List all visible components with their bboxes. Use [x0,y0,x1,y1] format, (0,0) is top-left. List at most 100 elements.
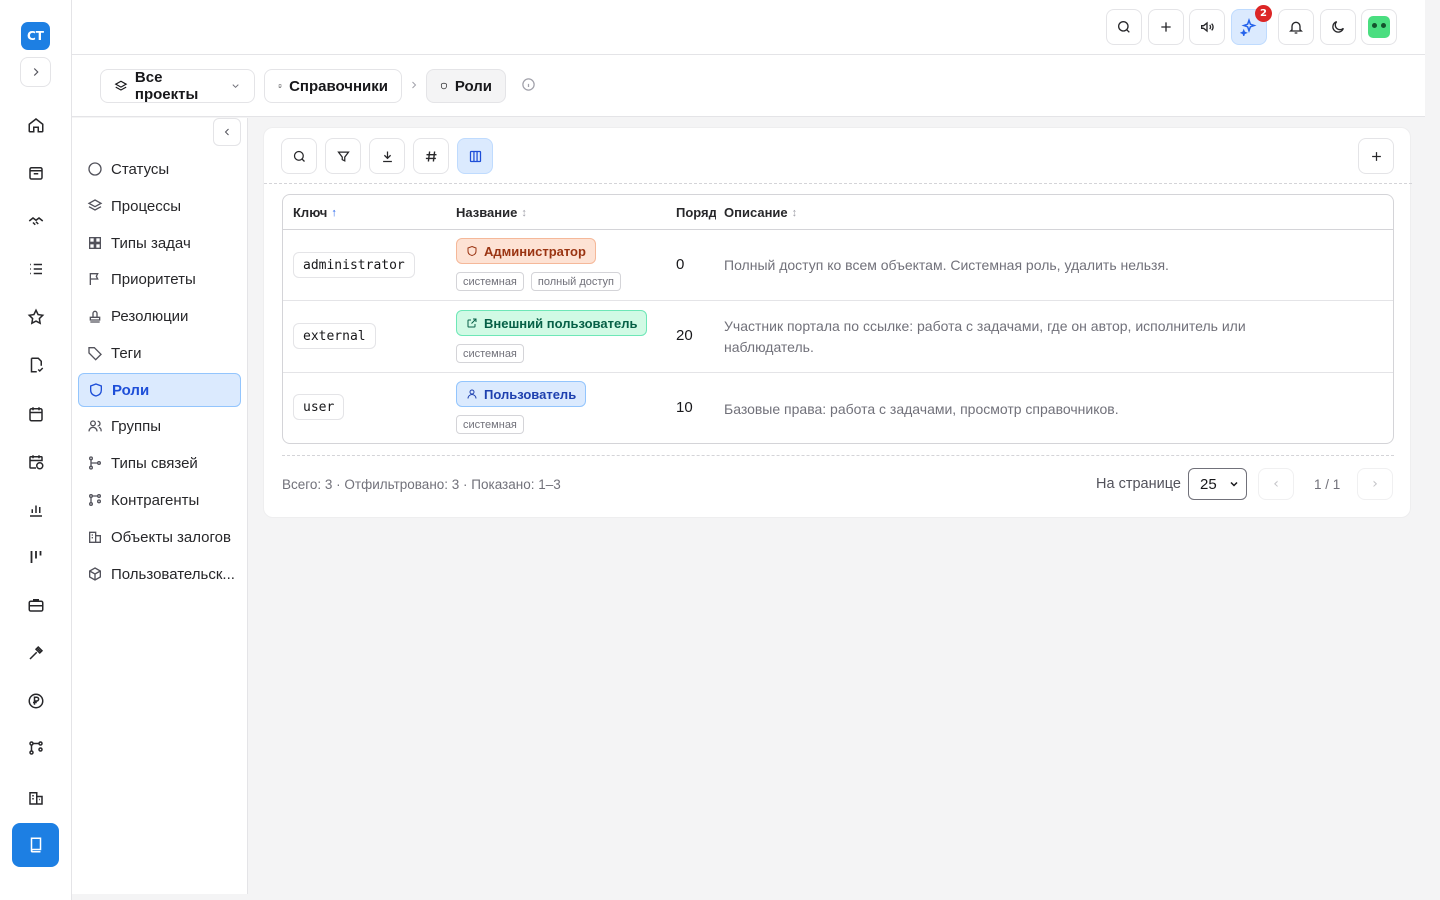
filter-icon [336,151,350,162]
flag-icon [89,273,99,285]
sidebar-item-label: Теги [111,344,142,362]
sidebar-item-label: Статусы [111,160,170,178]
column-header-name[interactable]: Название ↕ [456,205,527,220]
table-row[interactable]: external Внешний пользователь системная … [283,301,1393,373]
role-order: 0 [676,256,685,273]
ai-assistant-button[interactable]: 2 [1231,5,1272,45]
prev-page-button[interactable]: ‹ [1258,468,1294,500]
table-search-button[interactable] [281,138,317,174]
nodes-icon[interactable] [22,734,50,762]
book-icon[interactable] [12,823,59,867]
role-tags: системная [456,415,524,434]
theme-toggle-button[interactable] [1320,9,1356,45]
calendar-icon[interactable] [22,400,50,428]
role-name-badge: Пользователь [456,381,587,407]
table-header: Ключ ↑ Название ↕ Поряд Описание ↕ [283,195,1393,230]
calendar-clock-icon[interactable] [22,448,50,476]
column-header-order[interactable]: Поряд [676,205,716,220]
sidebar-item-label: Приоритеты [111,270,196,288]
role-key: user [293,394,345,420]
role-name: Внешний пользователь [484,315,638,331]
sort-asc-icon: ↑ [331,206,337,219]
role-key: external [293,323,376,349]
ai-badge: 2 [1255,5,1272,22]
book-icon [278,84,282,88]
document-check-icon[interactable] [22,351,50,379]
nodes-icon [89,494,101,506]
box-icon [89,567,101,581]
sidebar-item-task-types[interactable]: Типы задач [78,226,241,260]
shield-icon [467,245,477,257]
user-icon [467,389,477,399]
sidebar-item-label: Объекты залогов [111,528,231,546]
row-numbers-button[interactable] [413,138,449,174]
building-icon[interactable] [22,784,50,812]
sidebar-item-priorities[interactable]: Приоритеты [78,262,241,296]
kanban-icon[interactable] [22,543,50,571]
role-description: Базовые права: работа с задачами, просмо… [724,401,1119,417]
handshake-icon[interactable] [22,207,50,235]
sidebar-item-label: Роли [112,381,150,399]
user-avatar[interactable] [1361,9,1397,45]
announcements-button[interactable] [1189,9,1225,45]
expand-rail-button[interactable] [20,57,51,87]
workspace-logo[interactable]: CT [21,22,50,50]
bar-chart-icon[interactable] [22,496,50,524]
sidebar-item-statuses[interactable]: Статусы [78,152,241,186]
sidebar-item-groups[interactable]: Группы [78,409,241,443]
tools-icon[interactable] [22,639,50,667]
table-row[interactable]: user Пользователь системная 10 Базовые п… [283,373,1393,443]
add-role-button[interactable] [1358,138,1394,174]
filter-button[interactable] [325,138,361,174]
notifications-button[interactable] [1278,9,1314,45]
search-icon [293,150,305,162]
columns-button[interactable] [457,138,493,174]
bell-icon [1289,21,1303,34]
collapse-sidebar-button[interactable] [213,118,241,146]
breadcrumb-directories[interactable]: Справочники [264,69,402,103]
plus-icon [1371,151,1381,161]
sidebar-item-custom[interactable]: Пользовательск... [78,557,241,591]
table-row[interactable]: administrator Администратор системная по… [283,230,1393,301]
sidebar-item-link-types[interactable]: Типы связей [78,446,241,480]
column-header-key[interactable]: Ключ ↑ [293,205,337,220]
sidebar-item-label: Группы [111,417,161,435]
star-icon[interactable] [22,303,50,331]
circle-icon [88,162,102,176]
sidebar-item-tags[interactable]: Теги [78,336,241,370]
info-icon[interactable] [521,77,536,92]
column-header-label: Описание [724,205,788,220]
sidebar-item-roles[interactable]: Роли [78,373,241,407]
list-icon[interactable] [22,255,50,283]
chevron-down-icon [232,84,239,89]
shield-icon [90,383,102,397]
megaphone-icon [1201,21,1214,33]
home-icon[interactable] [22,111,50,139]
role-tags: системная [456,344,524,363]
inbox-icon[interactable] [22,159,50,187]
projects-dropdown[interactable]: Все проекты [100,69,255,103]
role-description: Участник портала по ссылке: работа с зад… [724,318,1246,355]
projects-label: Все проекты [134,69,199,103]
grid-icon [89,237,101,249]
role-description: Полный доступ ко всем объектам. Системна… [724,257,1169,273]
export-button[interactable] [369,138,405,174]
sidebar-item-collateral[interactable]: Объекты залогов [78,520,241,554]
sidebar-item-counterparties[interactable]: Контрагенты [78,483,241,517]
breadcrumb: Все проекты Справочники Роли [72,55,1425,117]
per-page-value: 25 [1200,475,1217,493]
tag: полный доступ [530,272,621,291]
column-header-description[interactable]: Описание ↕ [724,205,797,220]
sidebar-item-processes[interactable]: Процессы [78,189,241,223]
search-icon [1118,21,1130,33]
create-button[interactable] [1148,9,1184,45]
tag-icon [88,347,102,361]
per-page-select[interactable]: 25 [1188,468,1247,500]
briefcase-icon[interactable] [22,591,50,619]
role-key: administrator [293,252,415,278]
ruble-icon[interactable] [22,687,50,715]
next-page-button[interactable]: › [1357,468,1393,500]
sidebar-item-resolutions[interactable]: Резолюции [78,299,241,333]
chevron-left-icon [224,128,229,136]
global-search-button[interactable] [1106,9,1142,45]
